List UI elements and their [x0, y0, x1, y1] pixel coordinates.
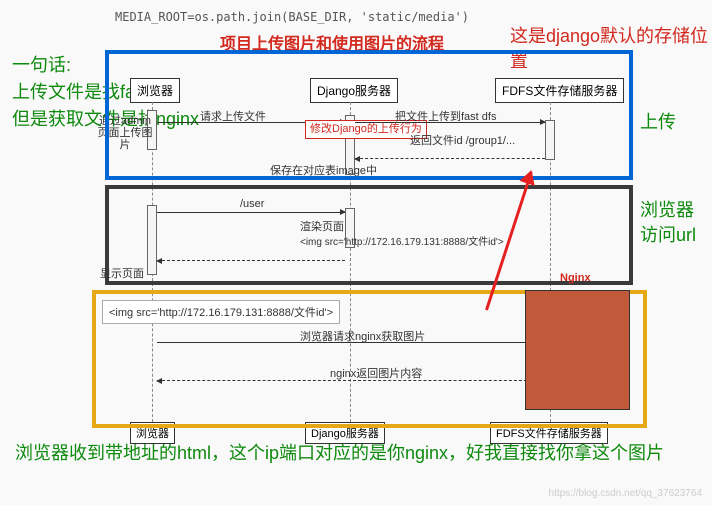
nginx-label: Nginx	[560, 272, 591, 284]
nginx-server-box	[525, 290, 630, 410]
annotation-upload: 上传	[640, 108, 676, 134]
annotation-browser-visit: 浏览器访问url	[640, 198, 700, 248]
media-root-code: MEDIA_ROOT=os.path.join(BASE_DIR, 'stati…	[115, 10, 469, 24]
annotation-bottom: 浏览器收到带地址的html，这个ip端口对应的是你nginx，好我直接找你拿这个…	[15, 440, 664, 467]
watermark: https://blog.csdn.net/qq_37623764	[549, 488, 702, 499]
highlight-box-render	[105, 185, 633, 285]
img-src-sample: <img src='http://172.16.179.131:8888/文件i…	[102, 300, 340, 324]
highlight-box-upload	[105, 50, 633, 180]
